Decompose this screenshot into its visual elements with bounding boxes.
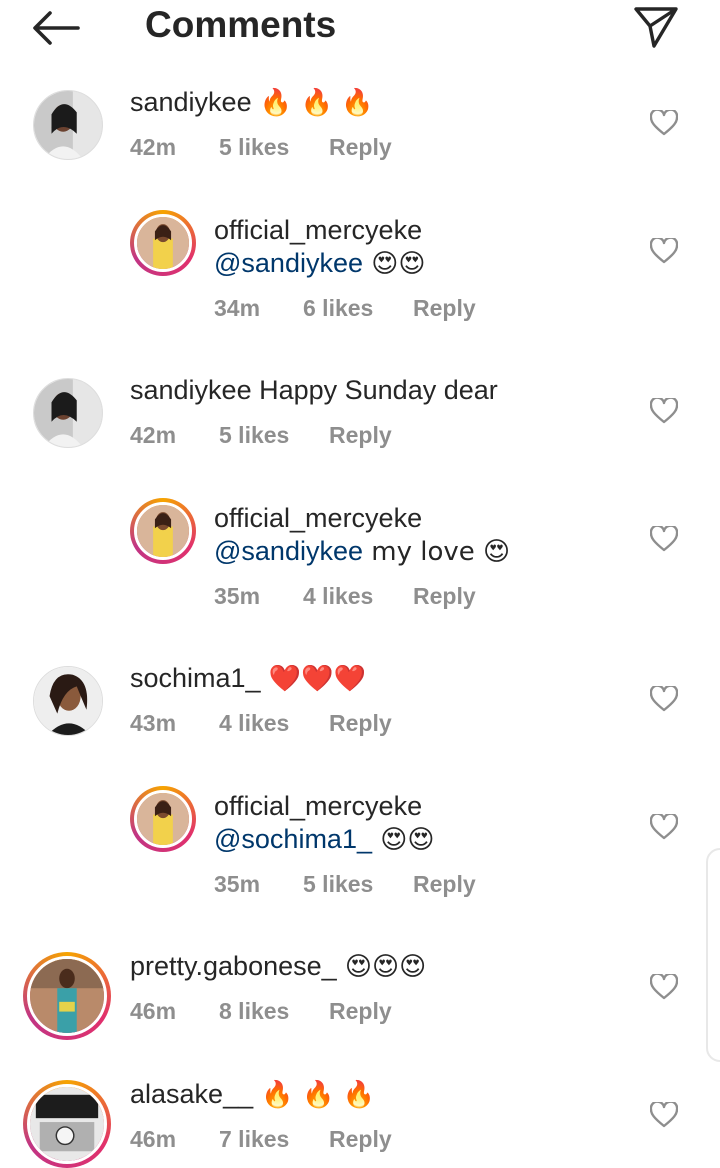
comment-likes[interactable]: 7 likes	[219, 1126, 289, 1153]
avatar[interactable]	[33, 90, 103, 160]
mention-link[interactable]: @sandiykee	[214, 248, 363, 278]
heart-outline-icon[interactable]	[650, 686, 678, 712]
reply-button[interactable]: Reply	[329, 1126, 392, 1153]
reply-button[interactable]: Reply	[413, 871, 476, 898]
heart-outline-icon[interactable]	[650, 398, 678, 424]
comment-message: Happy Sunday dear	[251, 375, 498, 405]
comment-likes[interactable]: 8 likes	[219, 998, 289, 1025]
reply-button[interactable]: Reply	[329, 422, 392, 449]
mention-link[interactable]: @sochima1_	[214, 824, 372, 854]
comment-text: alasake__ 🔥 🔥 🔥	[130, 1078, 375, 1112]
reply-button[interactable]: Reply	[329, 998, 392, 1025]
comment-message: 😍😍	[371, 825, 435, 855]
comment-text: sandiykee Happy Sunday dear	[130, 374, 498, 407]
comment-text: sochima1_ ❤️❤️❤️	[130, 662, 366, 696]
comment-username[interactable]: sochima1_	[130, 663, 261, 693]
avatar[interactable]	[23, 1080, 111, 1168]
heart-outline-icon[interactable]	[650, 974, 678, 1000]
comment-username[interactable]: sandiykee	[130, 87, 252, 117]
comment-username[interactable]: official_mercyeke	[214, 214, 425, 247]
comment-time: 46m	[130, 998, 177, 1024]
reply-button[interactable]: Reply	[413, 583, 476, 610]
comment-time: 35m	[214, 583, 261, 609]
comment-text: official_mercyeke @sandiykee my love 😍	[214, 502, 510, 569]
avatar[interactable]	[130, 786, 196, 852]
mention-link[interactable]: @sandiykee	[214, 536, 363, 566]
avatar[interactable]	[130, 498, 196, 564]
comment-message: ❤️❤️❤️	[260, 664, 366, 694]
comment-username[interactable]: official_mercyeke	[214, 502, 510, 535]
comment-likes[interactable]: 6 likes	[303, 295, 373, 322]
avatar[interactable]	[23, 952, 111, 1040]
comment-username[interactable]: pretty.gabonese_	[130, 951, 337, 981]
reply-button[interactable]: Reply	[329, 134, 392, 161]
comment-time: 43m	[130, 710, 177, 736]
avatar[interactable]	[33, 666, 103, 736]
comment-text: official_mercyeke @sandiykee 😍😍	[214, 214, 425, 281]
comment-time: 42m	[130, 134, 177, 160]
arrow-left-icon[interactable]	[30, 8, 82, 48]
comment-likes[interactable]: 5 likes	[303, 871, 373, 898]
comment-likes[interactable]: 4 likes	[303, 583, 373, 610]
reply-button[interactable]: Reply	[329, 710, 392, 737]
comment-text: official_mercyeke @sochima1_ 😍😍	[214, 790, 434, 857]
comment-likes[interactable]: 5 likes	[219, 422, 289, 449]
heart-outline-icon[interactable]	[650, 110, 678, 136]
comment-message: 😍😍😍	[336, 952, 427, 982]
page-title: Comments	[145, 4, 337, 45]
comment-message: 🔥 🔥 🔥	[253, 1080, 376, 1110]
comment-text: sandiykee 🔥 🔥 🔥	[130, 86, 374, 120]
comment-likes[interactable]: 4 likes	[219, 710, 289, 737]
scroll-handle[interactable]	[706, 848, 720, 1062]
comment-message: my love 😍	[363, 537, 511, 567]
top-bar: Comments	[0, 0, 720, 60]
comment-time: 34m	[214, 295, 261, 321]
avatar[interactable]	[33, 378, 103, 448]
comment-time: 35m	[214, 871, 261, 897]
comment-username[interactable]: official_mercyeke	[214, 790, 434, 823]
comment-likes[interactable]: 5 likes	[219, 134, 289, 161]
comment-message: 🔥 🔥 🔥	[251, 88, 374, 118]
heart-outline-icon[interactable]	[650, 238, 678, 264]
heart-outline-icon[interactable]	[650, 526, 678, 552]
avatar[interactable]	[130, 210, 196, 276]
reply-button[interactable]: Reply	[413, 295, 476, 322]
comment-text: pretty.gabonese_ 😍😍😍	[130, 950, 426, 984]
comment-message: 😍😍	[363, 249, 426, 279]
comment-username[interactable]: alasake__	[130, 1079, 253, 1109]
heart-outline-icon[interactable]	[650, 814, 678, 840]
paper-plane-icon[interactable]	[632, 4, 680, 50]
heart-outline-icon[interactable]	[650, 1102, 678, 1128]
comment-time: 46m	[130, 1126, 177, 1152]
comment-username[interactable]: sandiykee	[130, 375, 252, 405]
comment-time: 42m	[130, 422, 177, 448]
